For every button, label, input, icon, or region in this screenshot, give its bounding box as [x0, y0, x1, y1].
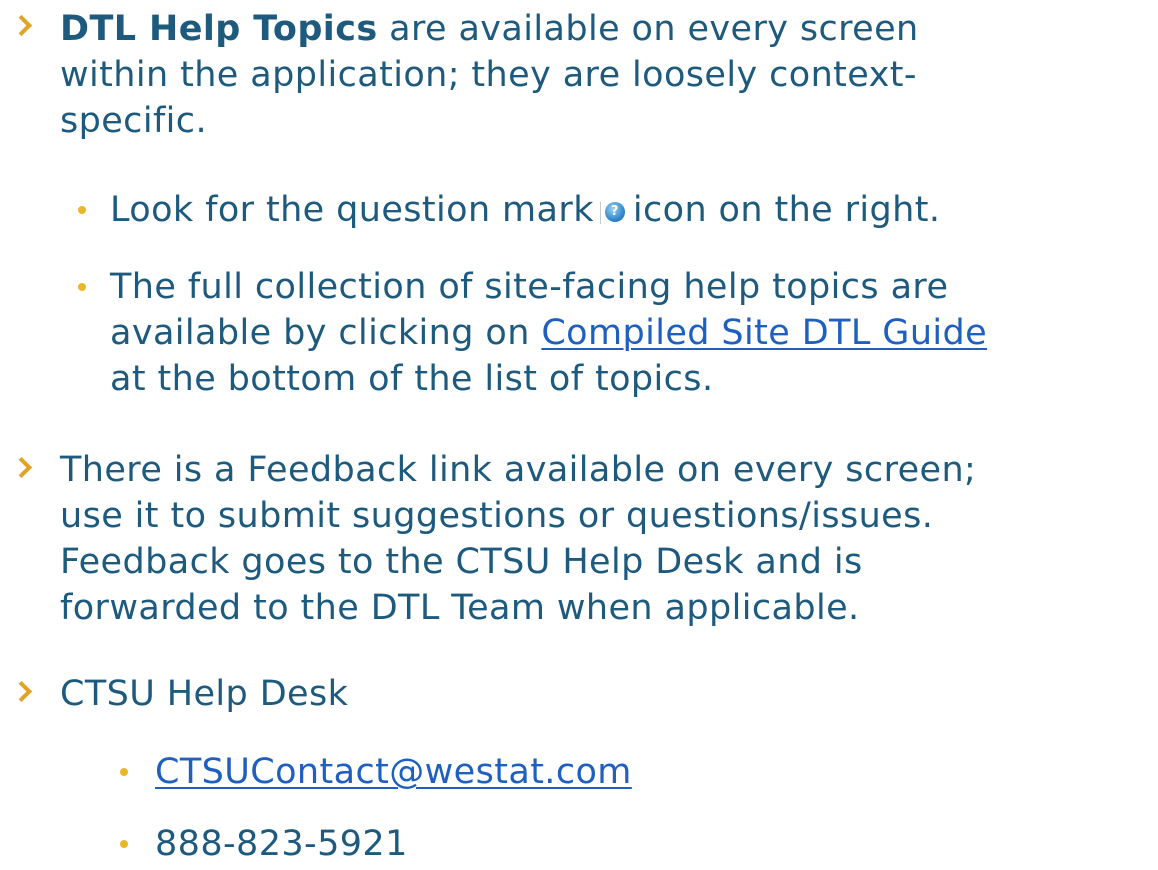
bullet-dot	[120, 840, 128, 848]
compiled-guide-line1: The full collection of site-facing help …	[110, 267, 949, 307]
compiled-guide-line3: at the bottom of the list of topics.	[110, 359, 714, 399]
question-mark-icon: ?	[599, 202, 627, 224]
bullet-dot	[78, 206, 86, 214]
ctsu-email-link[interactable]: CTSUContact@westat.com	[155, 752, 632, 792]
feedback-line1: There is a Feedback link available on ev…	[60, 450, 977, 490]
help-topics-line1: are available on every screen	[377, 9, 919, 49]
ctsu-phone: 888-823-5921	[155, 824, 408, 864]
chevron-right-icon	[10, 456, 33, 479]
bullet-dot	[120, 768, 128, 776]
slide: DTL Help Topics are available on every s…	[0, 0, 1158, 870]
compiled-site-dtl-guide-link[interactable]: Compiled Site DTL Guide	[541, 313, 987, 353]
compiled-guide-line2-pre: available by clicking on	[110, 313, 542, 353]
question-mark-pre: Look for the question mark	[110, 190, 594, 230]
help-topics-line3: specific.	[60, 101, 207, 141]
feedback-line4: forwarded to the DTL Team when applicabl…	[60, 588, 860, 628]
feedback-line2: use it to submit suggestions or question…	[60, 496, 934, 536]
chevron-right-icon	[10, 680, 33, 703]
question-mark-post: icon on the right.	[632, 190, 941, 230]
bullet-dot	[78, 283, 86, 291]
feedback-line3: Feedback goes to the CTSU Help Desk and …	[60, 542, 863, 582]
chevron-right-icon	[10, 14, 33, 37]
ctsu-help-desk-label: CTSU Help Desk	[60, 674, 349, 714]
help-topics-bold: DTL Help Topics	[60, 9, 378, 49]
help-topics-line2: within the application; they are loosely…	[60, 55, 917, 95]
